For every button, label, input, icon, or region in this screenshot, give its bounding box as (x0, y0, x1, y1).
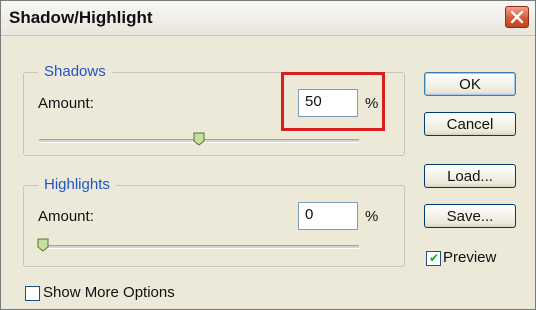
shadows-amount-highlight (281, 72, 385, 131)
show-more-options-checkbox[interactable] (25, 286, 40, 301)
shadows-slider-thumb[interactable] (193, 132, 205, 146)
highlights-legend: Highlights (38, 176, 116, 193)
ok-button[interactable]: OK (424, 72, 516, 96)
highlights-amount-input[interactable]: 0 (298, 202, 358, 230)
save-button[interactable]: Save... (424, 204, 516, 228)
show-more-options-label[interactable]: Show More Options (43, 284, 175, 301)
preview-label[interactable]: Preview (443, 249, 496, 266)
highlights-slider-track[interactable] (39, 245, 359, 249)
highlights-amount-label: Amount: (38, 208, 94, 225)
close-icon (510, 10, 524, 24)
checkmark-icon: ✔ (429, 251, 440, 265)
load-button[interactable]: Load... (424, 164, 516, 188)
close-button[interactable] (505, 6, 529, 28)
dialog-window: Shadow/Highlight Shadows Amount: 50 % Hi… (0, 0, 536, 310)
preview-checkbox[interactable]: ✔ (426, 251, 441, 266)
cancel-button[interactable]: Cancel (424, 112, 516, 136)
dialog-title: Shadow/Highlight (9, 8, 153, 27)
title-bar[interactable]: Shadow/Highlight (1, 1, 535, 36)
shadows-legend: Shadows (38, 63, 112, 80)
highlights-percent-unit: % (365, 208, 379, 225)
highlights-slider-thumb[interactable] (37, 238, 49, 252)
shadows-amount-label: Amount: (38, 95, 94, 112)
